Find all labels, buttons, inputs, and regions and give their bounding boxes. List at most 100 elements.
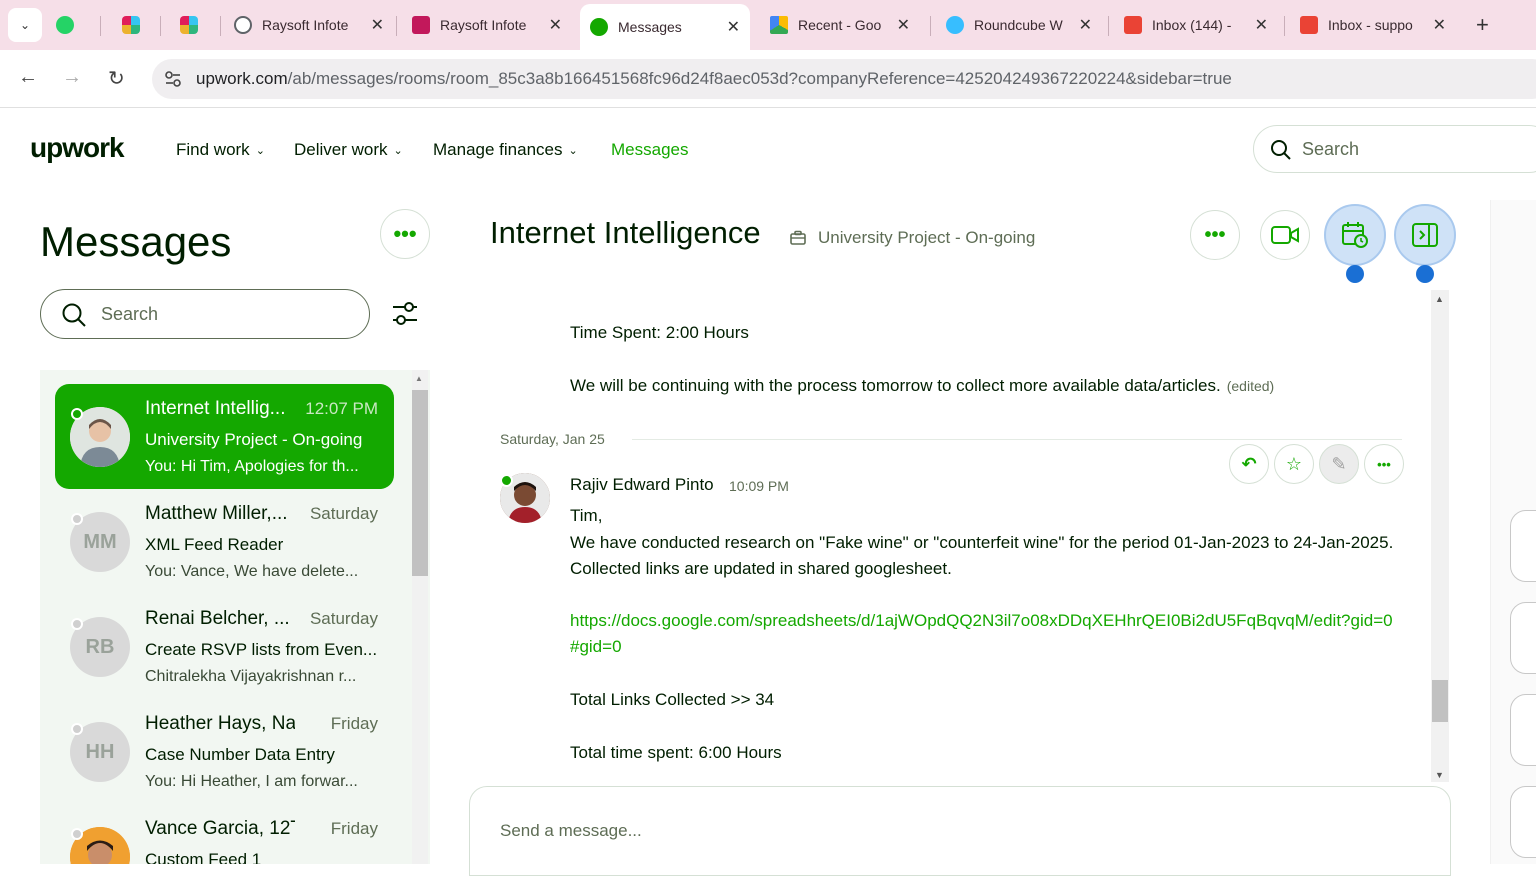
video-call-button[interactable] xyxy=(1260,210,1310,260)
filter-sliders-icon[interactable] xyxy=(392,300,418,328)
close-icon[interactable]: ✕ xyxy=(371,15,384,35)
tab-google-drive[interactable]: Recent - Goo ✕ xyxy=(770,6,920,44)
room-time: Friday xyxy=(330,819,378,838)
reload-icon[interactable]: ↻ xyxy=(108,66,125,91)
tab-gmail-2[interactable]: Inbox - suppo ✕ xyxy=(1300,6,1456,44)
close-icon[interactable]: ✕ xyxy=(897,15,910,35)
more-options-button[interactable]: ••• xyxy=(380,209,430,259)
tab-divider xyxy=(930,16,931,36)
conversation-more-button[interactable]: ••• xyxy=(1190,210,1240,260)
nav-label: Find work xyxy=(176,140,250,159)
room-subtitle: Case Number Data Entry xyxy=(145,745,335,764)
nav-messages[interactable]: Messages xyxy=(611,140,688,160)
reply-button[interactable]: ↶ xyxy=(1229,444,1269,484)
room-item-heather-hays[interactable]: HH Heather Hays, Na... Friday Case Numbe… xyxy=(55,699,394,804)
conversation-title: Internet Intelligence xyxy=(490,215,761,250)
thread-scrollbar[interactable]: ▲ ▼ xyxy=(1431,290,1449,782)
search-placeholder: Search xyxy=(101,303,159,324)
online-status-dot xyxy=(500,474,513,487)
room-item-internet-intelligence[interactable]: Internet Intellig... 12:07 PM University… xyxy=(55,384,394,489)
room-item-matthew-miller[interactable]: MM Matthew Miller,... Saturday XML Feed … xyxy=(55,489,394,594)
spreadsheet-link[interactable]: https://docs.google.com/spreadsheets/d/1… xyxy=(570,608,1400,660)
side-panel-button[interactable] xyxy=(1510,510,1536,582)
new-tab-button[interactable]: + xyxy=(1476,12,1489,38)
search-placeholder: Search xyxy=(1302,138,1360,159)
room-time: Saturday xyxy=(309,504,378,523)
side-panel-button[interactable] xyxy=(1510,786,1536,858)
close-icon[interactable]: ✕ xyxy=(1433,15,1446,35)
nav-find-work[interactable]: Find work ⌄ xyxy=(176,140,265,160)
room-subtitle: Custom Feed 1 xyxy=(145,850,262,864)
search-icon xyxy=(62,303,86,327)
room-name: Internet Intellig... xyxy=(145,398,286,419)
slack-icon xyxy=(122,16,140,34)
room-name: Heather Hays, Na... xyxy=(145,713,295,734)
sender-name[interactable]: Rajiv Edward Pinto xyxy=(570,475,714,495)
schedule-meeting-button[interactable] xyxy=(1324,204,1386,266)
whatsapp-icon xyxy=(56,16,74,34)
ellipsis-icon: ••• xyxy=(1377,456,1391,472)
close-icon[interactable]: ✕ xyxy=(1079,15,1092,35)
gmail-icon xyxy=(1300,16,1318,34)
tab-raysoft-1[interactable]: Raysoft Infote ✕ xyxy=(234,6,394,44)
upwork-icon xyxy=(590,18,608,36)
site-settings-icon[interactable] xyxy=(164,70,182,88)
room-item-renai-belcher[interactable]: RB Renai Belcher, ... Saturday Create RS… xyxy=(55,594,394,699)
close-icon[interactable]: ✕ xyxy=(1255,15,1268,35)
tab-slack-2[interactable] xyxy=(180,6,220,44)
tab-raysoft-2[interactable]: Raysoft Infote ✕ xyxy=(412,6,572,44)
chevron-down-icon: ⌄ xyxy=(568,144,578,157)
scrollbar-thumb[interactable] xyxy=(1432,680,1448,722)
message-more-button[interactable]: ••• xyxy=(1364,444,1404,484)
side-panel-button[interactable] xyxy=(1510,602,1536,674)
close-icon[interactable]: ✕ xyxy=(549,15,562,35)
close-icon[interactable]: ✕ xyxy=(727,17,740,37)
tab-gmail-1[interactable]: Inbox (144) - ✕ xyxy=(1124,6,1278,44)
tab-label: Messages xyxy=(618,19,682,35)
edited-label: (edited) xyxy=(1226,378,1275,394)
tab-label: Roundcube W xyxy=(974,17,1063,33)
messages-sidebar: Messages ••• Search Internet Intellig...… xyxy=(0,192,440,864)
url-host: upwork.com xyxy=(196,69,288,88)
message-timestamp: 10:09 PM xyxy=(729,478,789,494)
room-item-vance-garcia[interactable]: Vance Garcia, 12T... Friday Custom Feed … xyxy=(55,804,394,864)
chevron-down-icon: ⌄ xyxy=(19,18,31,32)
browser-tab-strip: ⌄ Raysoft Infote ✕ Raysoft Infote ✕ Mess… xyxy=(0,0,1536,50)
scroll-down-icon[interactable]: ▼ xyxy=(1435,770,1444,780)
room-search-input[interactable]: Search xyxy=(40,289,370,339)
room-subtitle: Create RSVP lists from Even... xyxy=(145,640,378,659)
date-separator: Saturday, Jan 25 xyxy=(500,431,605,447)
tab-messages[interactable]: Messages ✕ xyxy=(580,4,750,50)
offline-status-dot xyxy=(71,828,83,840)
tab-search-button[interactable]: ⌄ xyxy=(8,8,42,42)
scroll-up-icon[interactable]: ▲ xyxy=(1435,294,1444,304)
contract-link[interactable]: University Project - On-going xyxy=(790,228,1035,248)
message-composer-input[interactable]: Send a message... xyxy=(469,786,1451,876)
message-text: Tim, xyxy=(570,506,603,525)
nav-manage-finances[interactable]: Manage finances ⌄ xyxy=(433,140,578,160)
room-preview: You: Hi Heather, I am forwar... xyxy=(145,773,358,790)
page-title: Messages xyxy=(40,218,232,265)
side-panel-button[interactable] xyxy=(1510,694,1536,766)
edit-button[interactable]: ✎ xyxy=(1319,444,1359,484)
tab-whatsapp[interactable] xyxy=(56,6,96,44)
tab-slack-1[interactable] xyxy=(122,6,162,44)
nav-deliver-work[interactable]: Deliver work ⌄ xyxy=(294,140,403,160)
scrollbar-thumb[interactable] xyxy=(412,390,428,576)
tab-roundcube[interactable]: Roundcube W ✕ xyxy=(946,6,1102,44)
forward-arrow-icon[interactable]: → xyxy=(62,66,82,89)
url-field[interactable]: upwork.com/ab/messages/rooms/room_85c3a8… xyxy=(152,59,1536,99)
video-camera-icon xyxy=(1271,226,1299,244)
scroll-up-icon[interactable]: ▲ xyxy=(415,374,423,383)
favorite-button[interactable]: ☆ xyxy=(1274,444,1314,484)
room-list-scrollbar[interactable]: ▲ xyxy=(412,370,428,864)
header-search-input[interactable]: Search xyxy=(1253,125,1536,173)
toggle-sidebar-button[interactable] xyxy=(1394,204,1456,266)
upwork-logo[interactable]: upwork xyxy=(30,132,125,164)
room-preview: Chitralekha Vijayakrishnan r... xyxy=(145,668,357,685)
back-arrow-icon[interactable]: ← xyxy=(18,66,38,89)
message-thread: Time Spent: 2:00 Hours We will be contin… xyxy=(470,290,1432,782)
room-time: Saturday xyxy=(309,609,378,628)
ellipsis-icon: ••• xyxy=(1204,223,1226,246)
message-text: We will be continuing with the process t… xyxy=(570,373,1274,399)
